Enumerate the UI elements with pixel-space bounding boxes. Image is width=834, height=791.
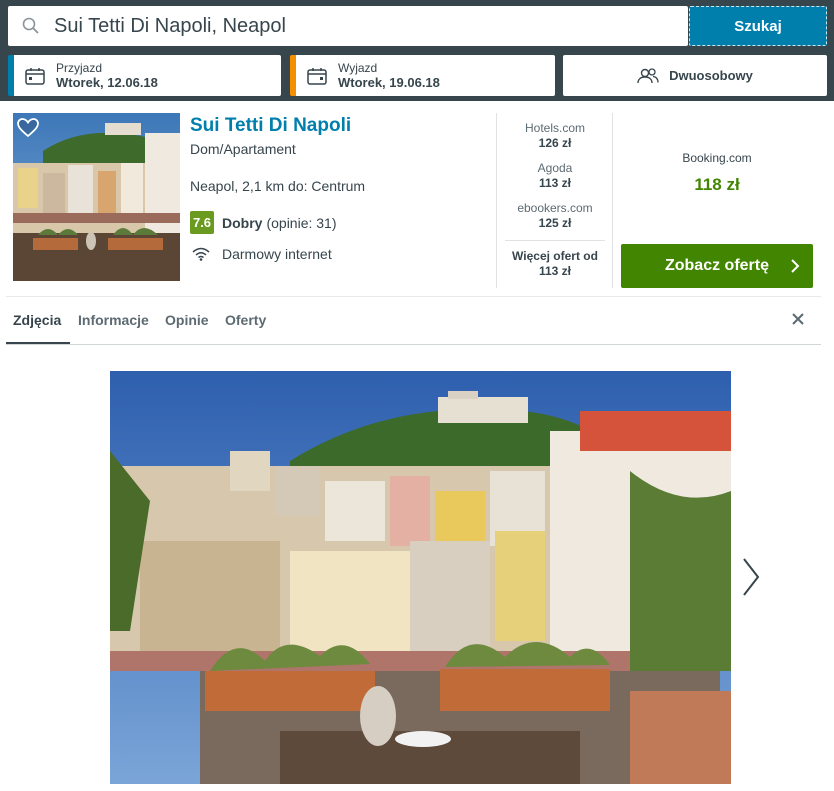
divider xyxy=(496,113,497,288)
amenity-label: Darmowy internet xyxy=(222,246,332,262)
search-button[interactable]: Szukaj xyxy=(689,6,827,46)
search-query: Sui Tetti Di Napoli, Neapol xyxy=(54,14,286,37)
best-offer-provider: Booking.com xyxy=(682,151,752,165)
divider xyxy=(612,113,613,288)
offer-ebookers[interactable]: ebookers.com 125 zł xyxy=(505,201,605,231)
offer-provider: Agoda xyxy=(537,161,573,175)
calendar-icon xyxy=(14,67,56,85)
view-deal-label: Zobacz ofertę xyxy=(664,257,769,274)
detail-tabs: Zdjęcia Informacje Opinie Oferty xyxy=(6,297,821,345)
checkin-value: Wtorek, 12.06.18 xyxy=(56,74,158,90)
guests-selector[interactable]: Dwuosobowy xyxy=(563,55,827,96)
more-offers-label: Więcej ofert od xyxy=(512,249,598,263)
view-deal-button[interactable]: Zobacz ofertę xyxy=(621,244,813,288)
favorite-heart-icon[interactable] xyxy=(17,118,39,138)
guests-label: Dwuosobowy xyxy=(669,68,753,83)
amenity-wifi: Darmowy internet xyxy=(192,246,332,262)
offer-price: 113 zł xyxy=(538,176,572,190)
calendar-icon xyxy=(296,67,338,85)
wifi-icon xyxy=(192,247,210,261)
users-icon xyxy=(637,67,659,83)
gallery-photo[interactable] xyxy=(110,371,731,784)
more-offers-link[interactable]: Więcej ofert od 113 zł xyxy=(505,249,605,279)
hotel-thumbnail[interactable] xyxy=(13,113,180,281)
tab-reviews[interactable]: Opinie xyxy=(165,297,209,344)
rating-word: Dobry xyxy=(222,214,263,231)
rating-row[interactable]: 7.6 Dobry (opinie: 31) xyxy=(190,211,337,234)
tab-offers[interactable]: Oferty xyxy=(225,297,266,344)
chevron-right-icon xyxy=(789,256,801,281)
tab-info[interactable]: Informacje xyxy=(78,297,149,344)
hotel-name-link[interactable]: Sui Tetti Di Napoli xyxy=(190,115,351,137)
search-icon xyxy=(8,17,54,35)
rating-reviews: (opinie: 31) xyxy=(266,214,337,231)
offer-provider: Hotels.com xyxy=(524,121,586,135)
checkin-label: Przyjazd xyxy=(56,60,103,75)
offer-agoda[interactable]: Agoda 113 zł xyxy=(505,161,605,191)
offer-hotels-com[interactable]: Hotels.com 126 zł xyxy=(505,121,605,151)
hotel-type: Dom/Apartament xyxy=(190,141,296,157)
search-input[interactable]: Sui Tetti Di Napoli, Neapol xyxy=(8,6,688,46)
best-offer-price: 118 zł xyxy=(694,175,740,194)
more-offers-price: 113 zł xyxy=(538,264,572,278)
hotel-location: Neapol, 2,1 km do: Centrum xyxy=(190,178,366,194)
checkout-value: Wtorek, 19.06.18 xyxy=(338,74,440,90)
next-photo-arrow-icon[interactable] xyxy=(738,555,764,599)
search-header: Sui Tetti Di Napoli, Neapol Szukaj Przyj… xyxy=(0,0,834,101)
tab-photos[interactable]: Zdjęcia xyxy=(6,297,70,344)
checkout-date-field[interactable]: Wyjazd Wtorek, 19.06.18 xyxy=(290,55,555,96)
rating-score-badge: 7.6 xyxy=(190,211,214,234)
divider xyxy=(505,240,605,241)
offer-provider: ebookers.com xyxy=(517,201,593,215)
checkin-date-field[interactable]: Przyjazd Wtorek, 12.06.18 xyxy=(8,55,281,96)
checkout-label: Wyjazd xyxy=(338,60,378,75)
close-icon[interactable] xyxy=(786,309,810,329)
offer-price: 126 zł xyxy=(538,136,572,150)
offer-price: 125 zł xyxy=(538,216,572,230)
